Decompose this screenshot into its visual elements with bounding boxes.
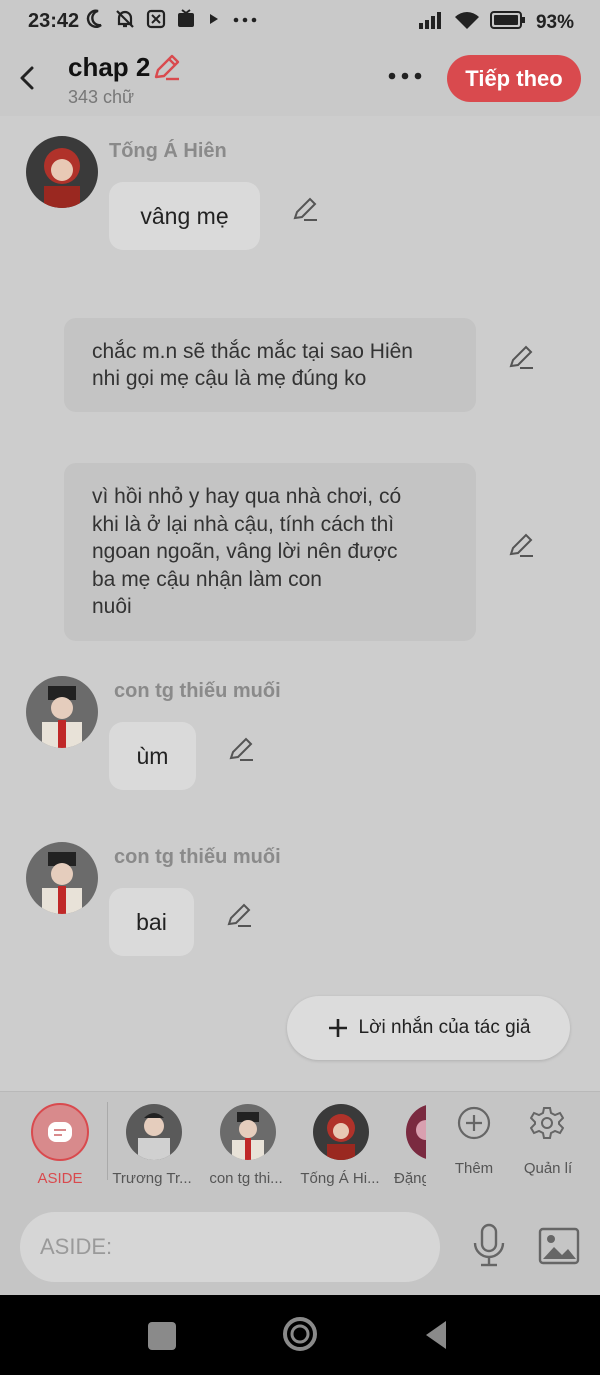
character-item[interactable]: Trương Tr...: [112, 1092, 192, 1200]
avatar: [313, 1104, 369, 1160]
message-bubble[interactable]: bai: [109, 888, 194, 956]
author-note-label: Lời nhắn của tác giả: [358, 1017, 531, 1038]
back-arrow-icon: [20, 66, 34, 90]
character-item[interactable]: Đặng: [394, 1092, 426, 1200]
home-icon[interactable]: [282, 1316, 318, 1352]
bell-off-icon: [114, 8, 136, 35]
signal-icon: [418, 10, 444, 35]
plus-circle-icon: [457, 1106, 491, 1140]
character-label: con tg thi...: [209, 1170, 283, 1187]
avatar: [220, 1104, 276, 1160]
moon-icon: [84, 8, 104, 35]
narration-block[interactable]: chắc m.n sẽ thắc mắc tại sao Hiên nhi gọ…: [64, 318, 476, 412]
avatar: [126, 1104, 182, 1160]
avatar[interactable]: [26, 676, 98, 748]
avatar[interactable]: [26, 136, 98, 208]
message-bubble[interactable]: ùm: [109, 722, 196, 790]
narration-line: vì hồi nhỏ y hay qua nhà chơi, có: [92, 485, 402, 509]
wifi-icon: [454, 10, 480, 35]
chat-area: Tống Á Hiên vâng mẹ chắc m.n sẽ thắc mắc…: [0, 116, 600, 1091]
add-character-button[interactable]: Thêm: [446, 1092, 502, 1200]
app-notification-icon: [146, 8, 166, 35]
media-notification-icon: [176, 8, 196, 35]
character-aside[interactable]: ASIDE: [28, 1092, 92, 1200]
divider: [107, 1102, 108, 1180]
battery-icon: [489, 10, 526, 35]
microphone-icon[interactable]: [470, 1223, 508, 1269]
system-nav-bar: [0, 1295, 600, 1375]
narration-line: chắc m.n sẽ thắc mắc tại sao Hiên: [92, 339, 413, 363]
more-dots-icon: [388, 72, 422, 80]
chapter-title: chap 2: [68, 52, 151, 82]
avatar: [406, 1104, 426, 1160]
word-count: 343 chữ: [68, 87, 135, 107]
gear-icon: [529, 1106, 565, 1140]
message-bubble[interactable]: vâng mẹ: [109, 182, 260, 250]
input-row: [0, 1199, 600, 1295]
narration-line: nhi gọi mẹ cậu là mẹ đúng ko: [92, 367, 367, 390]
plus-icon: [328, 1019, 347, 1037]
avatar[interactable]: [26, 842, 98, 914]
sender-name: Tống Á Hiên: [109, 140, 227, 162]
status-time: 23:42: [28, 10, 80, 32]
more-notifications-icon: [232, 8, 258, 35]
edit-message-icon[interactable]: [226, 734, 256, 764]
add-character-label: Thêm: [454, 1160, 494, 1177]
narration-block[interactable]: vì hồi nhỏ y hay qua nhà chơi, có khi là…: [64, 463, 476, 641]
narration-line: ngoan ngoãn, vâng lời nên được: [92, 540, 398, 564]
chapter-header: chap 2 343 chữ Tiếp theo: [0, 44, 600, 116]
recent-apps-icon[interactable]: [148, 1322, 176, 1350]
edit-narration-icon[interactable]: [506, 530, 536, 560]
character-bar: ASIDE Trương Tr... con tg thi... Tống Á …: [0, 1091, 600, 1200]
status-icons-right: 93%: [418, 10, 574, 35]
character-label: ASIDE: [37, 1170, 83, 1187]
more-options-button[interactable]: [386, 62, 426, 90]
status-icons-left: [84, 8, 258, 35]
narration-line: ba mẹ cậu nhận làm con: [92, 567, 322, 591]
narration-line: khi là ở lại nhà cậu, tính cách thì: [92, 512, 395, 536]
manage-label: Quản lí: [523, 1160, 573, 1177]
next-button[interactable]: Tiếp theo: [447, 55, 581, 102]
edit-narration-icon[interactable]: [506, 342, 536, 372]
play-icon: [206, 8, 222, 35]
character-label: Đặng: [394, 1170, 426, 1187]
edit-message-icon[interactable]: [290, 194, 320, 224]
manage-button[interactable]: Quản lí: [518, 1092, 578, 1200]
character-label: Trương Tr...: [112, 1170, 192, 1187]
sender-name: con tg thiếu muối: [114, 846, 281, 868]
author-note-button[interactable]: Lời nhắn của tác giả: [287, 996, 570, 1060]
image-icon[interactable]: [538, 1227, 580, 1265]
character-item[interactable]: con tg thi...: [206, 1092, 286, 1200]
battery-percentage: 93%: [535, 11, 574, 33]
back-button[interactable]: [14, 60, 42, 96]
narration-line: nuôi: [92, 595, 132, 619]
character-label: Tống Á Hi...: [300, 1170, 380, 1187]
character-item[interactable]: Tống Á Hi...: [298, 1092, 382, 1200]
status-bar: 23:42 93%: [0, 0, 600, 44]
sender-name: con tg thiếu muối: [114, 680, 281, 702]
aside-input[interactable]: [20, 1212, 440, 1282]
edit-message-icon[interactable]: [224, 900, 254, 930]
aside-icon: [31, 1103, 89, 1161]
back-nav-icon[interactable]: [422, 1319, 450, 1351]
edit-title-icon[interactable]: [152, 52, 182, 82]
